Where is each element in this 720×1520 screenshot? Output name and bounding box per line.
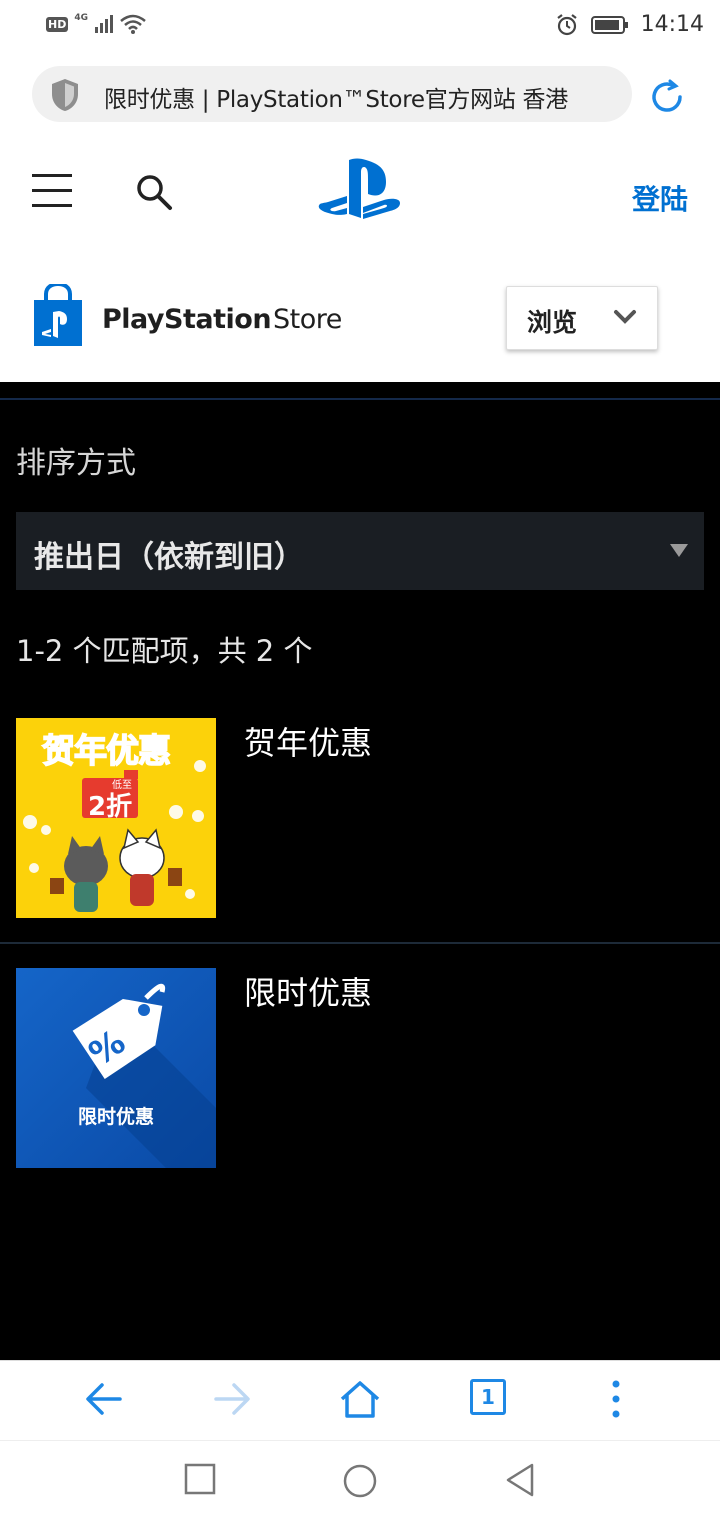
divider <box>0 942 720 944</box>
sort-label: 排序方式 <box>16 446 136 481</box>
store-bag-icon[interactable] <box>32 284 84 348</box>
item-title[interactable]: 限时优惠 <box>244 968 372 1014</box>
playstation-logo[interactable] <box>318 156 402 222</box>
results-section: 排序方式 推出日（依新到旧） 1-2 个匹配项，共 2 个 贺年优惠 低至 2折… <box>0 382 720 1360</box>
thumb-headline: 贺年优惠 <box>41 730 172 771</box>
item-title[interactable]: 贺年优惠 <box>244 718 372 764</box>
tabs-button[interactable]: 1 <box>470 1379 506 1415</box>
sort-selected-value: 推出日（依新到旧） <box>34 540 304 575</box>
browse-dropdown[interactable]: 浏览 <box>506 286 658 350</box>
reload-icon[interactable] <box>648 78 686 116</box>
browser-toolbar: 限时优惠 | PlayStation™Store官方网站 香港 <box>0 54 720 138</box>
menu-icon[interactable] <box>32 174 72 208</box>
back-triangle-icon[interactable] <box>504 1463 536 1497</box>
back-arrow-icon[interactable] <box>84 1379 124 1419</box>
recent-apps-icon[interactable] <box>184 1463 216 1495</box>
item-thumbnail[interactable]: 贺年优惠 低至 2折 <box>16 718 216 918</box>
match-count: 1-2 个匹配项，共 2 个 <box>16 634 313 668</box>
network-type-label: 4G <box>74 13 88 23</box>
login-link[interactable]: 登陆 <box>632 178 688 218</box>
system-nav-bar <box>0 1440 720 1520</box>
thumb-caption: 限时优惠 <box>77 1106 154 1128</box>
list-item[interactable]: 贺年优惠 低至 2折 贺年优惠 <box>0 718 720 918</box>
divider <box>0 398 720 400</box>
site-header: 登陆 <box>0 138 720 250</box>
store-bar: PlayStationStore 浏览 <box>0 250 720 382</box>
address-bar[interactable]: 限时优惠 | PlayStation™Store官方网站 香港 <box>32 66 632 122</box>
wifi-icon <box>120 14 146 34</box>
signal-icon <box>95 15 113 33</box>
thumb-badge: 2折 <box>88 792 133 822</box>
list-item[interactable]: % 限时优惠 限时优惠 <box>0 968 720 1168</box>
home-icon[interactable] <box>338 1379 382 1419</box>
search-icon[interactable] <box>134 172 174 212</box>
caret-down-icon <box>670 544 688 557</box>
more-options-icon[interactable] <box>606 1379 626 1419</box>
chevron-down-icon <box>614 310 636 324</box>
home-circle-icon[interactable] <box>342 1463 378 1499</box>
clock: 14:14 <box>640 12 704 37</box>
browse-label: 浏览 <box>527 308 578 337</box>
limited-time-sale-art: % <box>16 968 216 1168</box>
browser-bottom-bar: 1 <box>0 1360 720 1440</box>
sort-select[interactable]: 推出日（依新到旧） <box>16 512 704 590</box>
forward-arrow-icon[interactable] <box>212 1379 252 1419</box>
battery-icon <box>590 15 628 34</box>
shield-icon[interactable] <box>50 78 80 112</box>
page-title-in-address-bar: 限时优惠 | PlayStation™Store官方网站 香港 <box>104 87 568 113</box>
item-thumbnail[interactable]: % 限时优惠 <box>16 968 216 1168</box>
store-brand-name[interactable]: PlayStationStore <box>102 304 342 335</box>
status-bar: HD 4G 14:14 <box>0 0 720 54</box>
hd-voice-badge: HD <box>46 16 69 32</box>
alarm-icon <box>556 13 577 35</box>
